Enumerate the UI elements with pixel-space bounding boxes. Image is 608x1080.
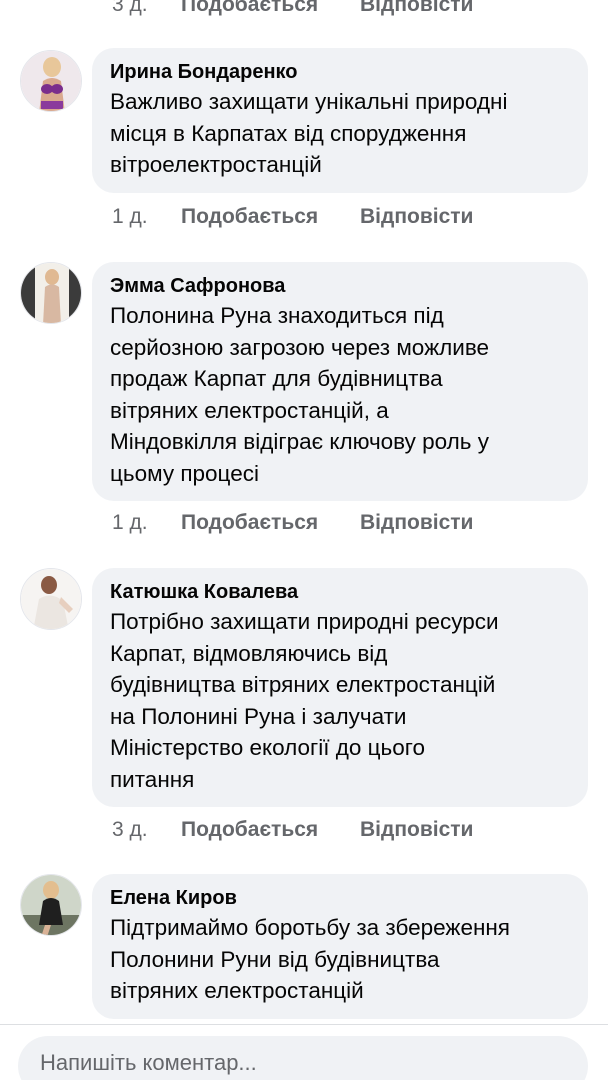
avatar[interactable] <box>20 50 82 112</box>
comment-author[interactable]: Елена Киров <box>110 884 570 912</box>
comment-bubble: Ирина Бондаренко Важливо захищати унікал… <box>92 48 588 193</box>
comment-bubble: Елена Киров Підтримаймо боротьбу за збер… <box>92 874 588 1019</box>
avatar-image <box>21 263 81 323</box>
avatar[interactable] <box>20 874 82 936</box>
comment-text: Потрібно захищати природні ресурси Карпа… <box>110 609 499 792</box>
comment-bubble: Катюшка Ковалева Потрібно захищати приро… <box>92 568 588 807</box>
comment-author[interactable]: Катюшка Ковалева <box>110 578 570 606</box>
like-button[interactable]: Подобається <box>181 511 318 535</box>
avatar[interactable] <box>20 262 82 324</box>
comment-author[interactable]: Эмма Сафронова <box>110 272 570 300</box>
like-button[interactable]: Подобається <box>181 205 318 229</box>
avatar-image <box>21 569 81 629</box>
comment-time: 3 д. <box>112 0 148 16</box>
like-button[interactable]: Подобається <box>181 818 318 842</box>
reply-button[interactable]: Відповісти <box>360 818 473 842</box>
comment-text: Важливо захищати унікальні природні місц… <box>110 89 508 177</box>
comment-text: Підтримаймо боротьбу за збереження Полон… <box>110 915 510 1003</box>
divider <box>0 1024 608 1025</box>
avatar[interactable] <box>20 568 82 630</box>
comment-time: 1 д. <box>112 511 148 534</box>
comment-bubble: Эмма Сафронова Полонина Руна знаходиться… <box>92 262 588 501</box>
comments-page: 3 д. Подобається Відповісти Ирина Бондар… <box>0 0 608 1080</box>
comment-author[interactable]: Ирина Бондаренко <box>110 58 570 86</box>
reply-button[interactable]: Відповісти <box>360 205 473 229</box>
comment-time: 1 д. <box>112 205 148 228</box>
like-button[interactable]: Подобається <box>181 0 318 17</box>
reply-button[interactable]: Відповісти <box>360 511 473 535</box>
comment-text: Полонина Руна знаходиться під серйозною … <box>110 303 490 486</box>
comment-time: 3 д. <box>112 818 148 841</box>
avatar-image <box>21 875 81 935</box>
comment-input[interactable]: Напишіть коментар... <box>18 1036 588 1080</box>
reply-button[interactable]: Відповісти <box>360 0 473 17</box>
avatar-image <box>21 51 81 111</box>
